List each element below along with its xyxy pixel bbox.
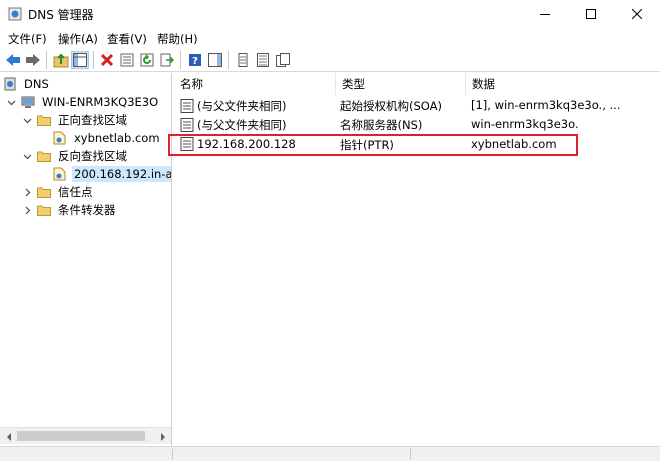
back-arrow-icon [6,54,20,66]
properties-button[interactable] [118,51,136,69]
menu-bar: 文件(F) 操作(A) 查看(V) 帮助(H) [0,28,660,48]
console-tree: DNS WIN-ENRM3KQ3E3O 正向查找区域 xybnetlab.com [0,73,172,446]
show-hide-tree-button[interactable] [71,51,89,69]
zone-file-icon [52,166,68,182]
column-header-data[interactable]: 数据 [466,73,606,95]
forward-arrow-icon [26,54,40,66]
record-icon [238,53,248,67]
tree-item-reverse-zone-200-168-192[interactable]: 200.168.192.in-addr.arpa [52,165,171,183]
table-row[interactable]: (与父文件夹相同) 名称服务器(NS) win-enrm3kq3e3o. [174,115,660,134]
close-icon [632,9,642,19]
up-folder-icon [53,53,69,68]
row-name: (与父文件夹相同) [197,99,287,113]
tree-item-dns[interactable]: DNS [2,75,51,93]
tree-item-server[interactable]: WIN-ENRM3KQ3E3O [6,93,160,111]
show-action-pane-button[interactable] [206,51,224,69]
chevron-down-icon[interactable] [22,151,32,161]
show-tree-icon [73,53,87,67]
scroll-right-icon[interactable] [154,428,171,445]
folder-icon [36,202,52,218]
new-record-button[interactable] [234,51,252,69]
scroll-thumb[interactable] [17,431,145,441]
tree-label-dns: DNS [24,77,49,91]
maximize-button[interactable] [568,0,614,28]
tree-label-trust-points: 信任点 [58,185,93,199]
maximize-icon [586,9,596,19]
chevron-right-icon[interactable] [22,205,32,215]
help-button[interactable]: ? [186,51,204,69]
tree-label-server: WIN-ENRM3KQ3E3O [42,95,159,109]
tree-item-reverse-zones[interactable]: 反向查找区域 [22,147,129,165]
copy-icon [276,53,290,67]
record-icon [180,99,194,113]
row-data: win-enrm3kq3e3o. [471,117,579,131]
close-button[interactable] [614,0,660,28]
tree-label-reverse-zones: 反向查找区域 [58,149,127,163]
column-header-type[interactable]: 类型 [336,73,466,95]
row-type: 名称服务器(NS) [340,118,423,132]
zone-file-icon [52,130,68,146]
refresh-icon [140,53,154,67]
tree-item-conditional-forwarders[interactable]: 条件转发器 [22,201,118,219]
tree-label-forward-zone: xybnetlab.com [74,131,160,145]
tree-item-forward-zones[interactable]: 正向查找区域 [22,111,129,129]
chevron-down-icon[interactable] [22,115,32,125]
folder-icon [36,148,52,164]
window-title: DNS 管理器 [28,8,94,22]
menu-action[interactable]: 操作(A) [58,31,98,47]
list-icon [257,53,269,67]
chevron-down-icon[interactable] [6,97,16,107]
scroll-left-icon[interactable] [0,428,17,445]
tree-item-forward-zone-xybnetlab[interactable]: xybnetlab.com [52,129,162,147]
delete-icon [100,53,114,67]
toolbar: ? [0,48,660,72]
dns-app-icon [8,7,22,21]
export-icon [160,53,174,67]
tree-label-conditional-forwarders: 条件转发器 [58,203,116,217]
dns-root-icon [2,76,18,92]
menu-help[interactable]: 帮助(H) [157,31,198,47]
copy-button[interactable] [274,51,292,69]
server-icon [20,94,36,110]
new-list-button[interactable] [254,51,272,69]
record-list: 名称 类型 数据 (与父文件夹相同) 起始授权机构(SOA) [1], win-… [174,73,660,446]
forward-button[interactable] [24,51,42,69]
column-header-name[interactable]: 名称 [174,73,336,95]
back-button[interactable] [4,51,22,69]
tree-label-forward-zones: 正向查找区域 [58,113,127,127]
tree-horizontal-scrollbar[interactable] [0,427,171,444]
tree-label-reverse-zone: 200.168.192.in-addr.arpa [72,166,171,182]
help-icon: ? [189,54,201,67]
row-type: 起始授权机构(SOA) [340,99,442,113]
chevron-right-icon[interactable] [22,187,32,197]
properties-icon [120,53,134,67]
show-action-pane-icon [208,53,222,67]
table-row[interactable]: (与父文件夹相同) 起始授权机构(SOA) [1], win-enrm3kq3e… [174,96,660,115]
status-bar [0,446,660,461]
up-one-level-button[interactable] [52,51,70,69]
row-name: (与父文件夹相同) [197,118,287,132]
folder-icon [36,184,52,200]
refresh-button[interactable] [138,51,156,69]
tree-item-trust-points[interactable]: 信任点 [22,183,95,201]
highlight-annotation-box [168,134,578,156]
minimize-icon [540,14,550,15]
record-icon [180,118,194,132]
svg-text:?: ? [192,56,198,67]
export-list-button[interactable] [158,51,176,69]
minimize-button[interactable] [522,0,568,28]
folder-icon [36,112,52,128]
title-bar: DNS 管理器 [0,0,660,28]
menu-view[interactable]: 查看(V) [107,31,147,47]
menu-file[interactable]: 文件(F) [8,31,47,47]
row-data: [1], win-enrm3kq3e3o., ... [471,98,621,112]
delete-button[interactable] [98,51,116,69]
